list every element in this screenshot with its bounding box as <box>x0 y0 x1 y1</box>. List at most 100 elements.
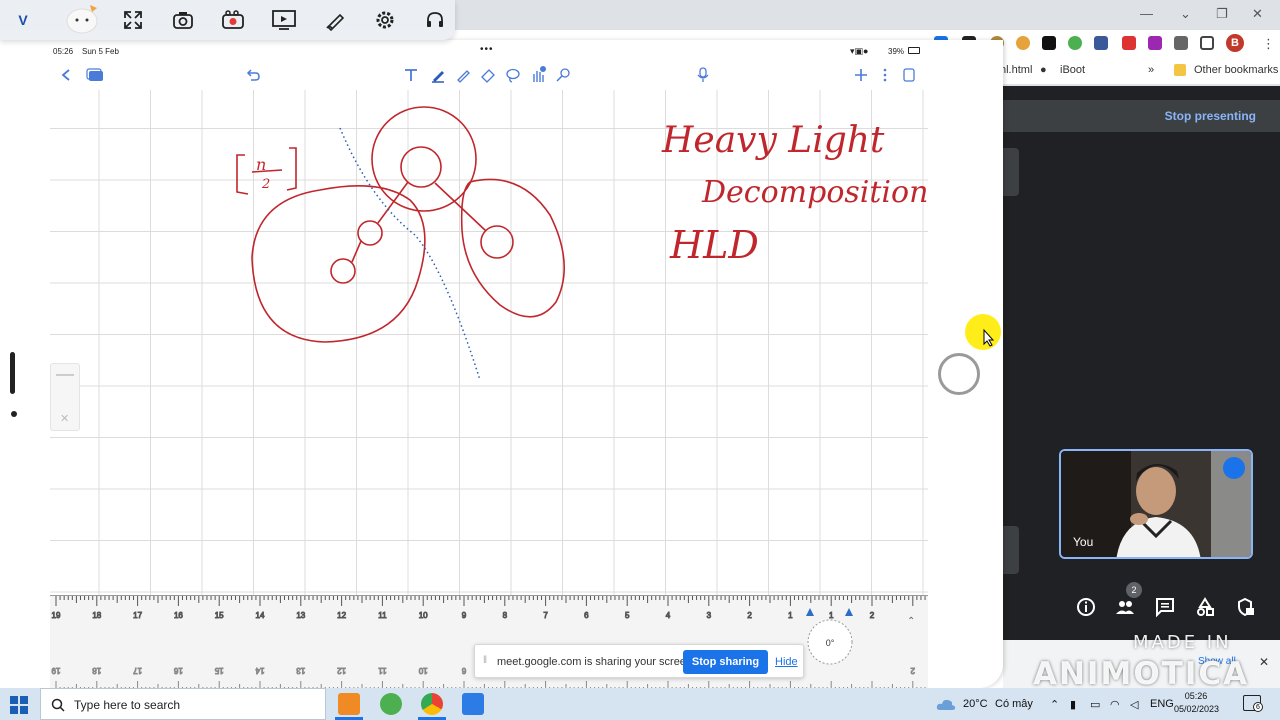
chevron-up-icon[interactable]: ⌃ <box>907 616 915 627</box>
microphone-icon[interactable]: ▮ <box>1070 698 1076 711</box>
fullscreen-icon[interactable] <box>118 5 148 35</box>
self-video-tile[interactable]: You <box>1059 449 1253 559</box>
ruler-marker-icon <box>806 608 814 616</box>
host-controls-icon[interactable] <box>1234 596 1256 618</box>
ruler-label: 1 <box>829 611 834 620</box>
chevron-down-icon[interactable]: ⌄ <box>1180 6 1191 22</box>
minimize-window-icon[interactable]: — <box>1140 6 1153 21</box>
ruler-label: 17 <box>133 611 142 620</box>
self-label: You <box>1073 535 1094 549</box>
record-video-icon[interactable] <box>218 5 248 35</box>
lasso-icon[interactable] <box>502 64 524 86</box>
ruler-label: 10 <box>419 611 428 620</box>
subtree-left-blob <box>251 185 426 343</box>
chrome-icon[interactable] <box>421 693 443 715</box>
ruler-label: 18 <box>92 611 101 620</box>
activities-icon[interactable] <box>1194 596 1216 618</box>
note-canvas[interactable]: n 2 Heavy Light Decomposition HLD <box>50 90 928 635</box>
sidepanel-icon[interactable] <box>1200 36 1214 50</box>
text-tool-icon[interactable] <box>400 64 422 86</box>
laser-pointer-icon[interactable] <box>552 64 574 86</box>
weather-temp[interactable]: 20°C <box>963 698 988 710</box>
highlighter-icon[interactable] <box>452 64 474 86</box>
headset-support-icon[interactable] <box>420 5 450 35</box>
weather-desc[interactable]: Có mây <box>995 698 1033 710</box>
subtree-right-blob <box>460 178 565 318</box>
volume-icon[interactable]: ◁ <box>1130 698 1138 711</box>
sublime-text-icon[interactable] <box>338 693 360 715</box>
info-icon[interactable] <box>1075 596 1097 618</box>
assistive-touch-icon[interactable] <box>938 353 980 395</box>
extension-icon[interactable] <box>1016 36 1030 50</box>
close-window-icon[interactable]: ✕ <box>1252 6 1263 22</box>
side-handle-dot <box>11 411 17 417</box>
ruler-label: 15 <box>215 611 224 620</box>
bookmark-iboot[interactable]: iBoot <box>1060 64 1085 76</box>
screen-cast-icon[interactable] <box>269 5 299 35</box>
notebooks-icon[interactable] <box>84 64 106 86</box>
windows-start-icon[interactable] <box>10 696 28 714</box>
restore-window-icon[interactable]: ❐ <box>1216 6 1228 22</box>
wifi-icon: ▾▣● <box>850 46 869 56</box>
status-date: Sun 5 Feb <box>82 47 119 56</box>
decomposition-text: Decomposition <box>701 175 928 210</box>
ruler-label-mirrored: 13 <box>296 666 305 675</box>
side-drag-handle[interactable] <box>10 352 15 394</box>
close-icon[interactable]: ✕ <box>1259 655 1269 669</box>
language-indicator[interactable]: ENG <box>1150 698 1174 710</box>
ruler-angle: 0° <box>826 638 835 648</box>
watermark-line2: ANIMOTICA <box>1033 656 1250 692</box>
more-vertical-icon[interactable] <box>874 64 896 86</box>
status-time: 05:26 <box>53 47 74 56</box>
pen-tool-icon[interactable] <box>427 64 449 86</box>
ruler-label-mirrored: 6 <box>461 666 466 675</box>
app-logo-icon: V <box>18 12 28 28</box>
chevron-up-icon[interactable]: ⌃ <box>1050 698 1059 711</box>
hand-tool-icon[interactable] <box>527 64 549 86</box>
puzzle-icon[interactable] <box>1174 36 1188 50</box>
people-icon[interactable] <box>1114 596 1136 618</box>
ruler-label-mirrored: 15 <box>214 666 223 675</box>
page-view-icon[interactable] <box>898 64 920 86</box>
annotate-pen-icon[interactable] <box>320 5 350 35</box>
cursor-highlight <box>965 314 1001 350</box>
ruler-label-mirrored: 12 <box>337 666 346 675</box>
extension-icon[interactable] <box>1068 36 1082 50</box>
undo-icon[interactable] <box>242 64 264 86</box>
notifications-icon[interactable]: 6 <box>1243 695 1263 712</box>
microphone-icon[interactable] <box>692 64 714 86</box>
back-chevron-icon[interactable] <box>55 64 77 86</box>
windows-taskbar: Type here to search 20°C Có mây ⌃ ▮ ▭ ◠ … <box>0 688 1280 720</box>
more-menu-icon[interactable]: ⋮ <box>1262 36 1275 52</box>
drag-handle-icon[interactable]: ‖ <box>483 655 487 666</box>
ruler-label: 9 <box>462 611 467 620</box>
watermark-line1: MADE IN <box>1133 632 1232 653</box>
clock[interactable]: 05:26 05/02/2023 <box>1174 690 1219 716</box>
bookmark-html[interactable]: nl.html <box>1000 64 1032 76</box>
ruler-label-mirrored: 18 <box>92 666 101 675</box>
bookmark-bar: nl.html ● iBoot » Other bookmarks <box>1000 58 1280 84</box>
app-blue-icon[interactable] <box>462 693 484 715</box>
screenshot-icon[interactable] <box>168 5 198 35</box>
extension-icon[interactable] <box>1094 36 1108 50</box>
settings-gear-icon[interactable] <box>370 5 400 35</box>
stop-presenting-button[interactable]: Stop presenting <box>1165 109 1256 123</box>
ruler-label: 8 <box>503 611 508 620</box>
network-icon[interactable]: ◠ <box>1110 698 1120 711</box>
close-icon[interactable]: ✕ <box>60 412 69 425</box>
tree-node-root-blob <box>371 106 477 212</box>
extension-icon[interactable] <box>1122 36 1136 50</box>
eraser-icon[interactable] <box>477 64 499 86</box>
bookmark-other[interactable]: Other bookmarks <box>1194 64 1278 76</box>
app-green-icon[interactable] <box>380 693 402 715</box>
profile-avatar[interactable]: B <box>1226 34 1244 52</box>
stop-sharing-button[interactable]: Stop sharing <box>683 650 768 674</box>
hide-link[interactable]: Hide <box>775 656 798 668</box>
taskbar-search[interactable]: Type here to search <box>40 688 326 720</box>
bookmarks-overflow[interactable]: » <box>1148 64 1154 76</box>
extension-icon[interactable] <box>1148 36 1162 50</box>
add-page-icon[interactable] <box>850 64 872 86</box>
extension-icon[interactable] <box>1042 36 1056 50</box>
battery-icon[interactable]: ▭ <box>1090 698 1100 711</box>
chat-icon[interactable] <box>1154 596 1176 618</box>
